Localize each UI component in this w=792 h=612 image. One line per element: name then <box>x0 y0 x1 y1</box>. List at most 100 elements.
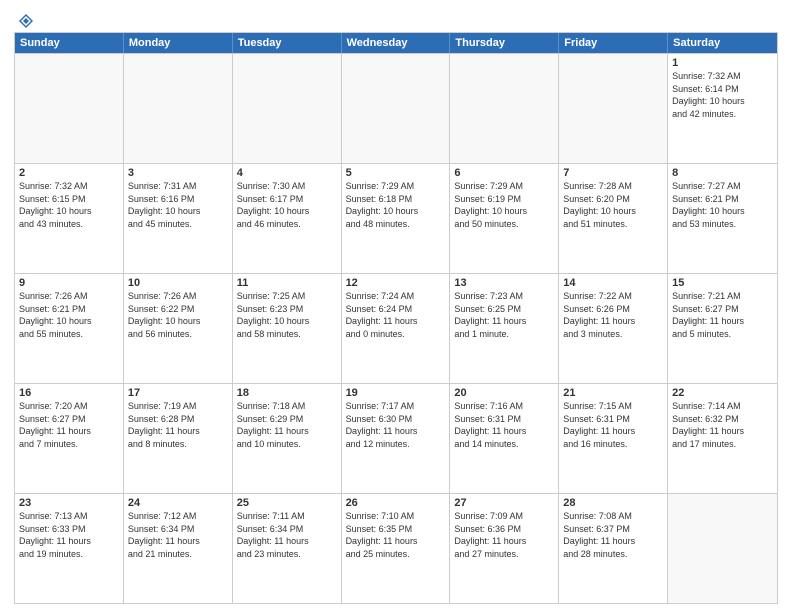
calendar-cell <box>124 54 233 163</box>
cell-day-number: 25 <box>237 497 337 509</box>
cell-day-number: 21 <box>563 387 663 399</box>
calendar-cell: 2Sunrise: 7:32 AM Sunset: 6:15 PM Daylig… <box>15 164 124 273</box>
calendar-cell: 9Sunrise: 7:26 AM Sunset: 6:21 PM Daylig… <box>15 274 124 383</box>
calendar-row-2: 9Sunrise: 7:26 AM Sunset: 6:21 PM Daylig… <box>15 273 777 383</box>
cell-info: Sunrise: 7:19 AM Sunset: 6:28 PM Dayligh… <box>128 400 228 450</box>
cell-day-number: 12 <box>346 277 446 289</box>
cell-day-number: 15 <box>672 277 773 289</box>
calendar-cell: 17Sunrise: 7:19 AM Sunset: 6:28 PM Dayli… <box>124 384 233 493</box>
calendar-cell: 22Sunrise: 7:14 AM Sunset: 6:32 PM Dayli… <box>668 384 777 493</box>
calendar-row-1: 2Sunrise: 7:32 AM Sunset: 6:15 PM Daylig… <box>15 163 777 273</box>
weekday-header-monday: Monday <box>124 33 233 53</box>
cell-info: Sunrise: 7:32 AM Sunset: 6:15 PM Dayligh… <box>19 180 119 230</box>
cell-info: Sunrise: 7:18 AM Sunset: 6:29 PM Dayligh… <box>237 400 337 450</box>
cell-day-number: 14 <box>563 277 663 289</box>
cell-day-number: 11 <box>237 277 337 289</box>
weekday-header-sunday: Sunday <box>15 33 124 53</box>
calendar-cell <box>342 54 451 163</box>
cell-day-number: 22 <box>672 387 773 399</box>
calendar-cell: 3Sunrise: 7:31 AM Sunset: 6:16 PM Daylig… <box>124 164 233 273</box>
calendar-cell: 4Sunrise: 7:30 AM Sunset: 6:17 PM Daylig… <box>233 164 342 273</box>
page: SundayMondayTuesdayWednesdayThursdayFrid… <box>0 0 792 612</box>
weekday-header-tuesday: Tuesday <box>233 33 342 53</box>
calendar: SundayMondayTuesdayWednesdayThursdayFrid… <box>14 32 778 604</box>
calendar-row-4: 23Sunrise: 7:13 AM Sunset: 6:33 PM Dayli… <box>15 493 777 603</box>
cell-day-number: 13 <box>454 277 554 289</box>
cell-info: Sunrise: 7:21 AM Sunset: 6:27 PM Dayligh… <box>672 290 773 340</box>
calendar-cell: 25Sunrise: 7:11 AM Sunset: 6:34 PM Dayli… <box>233 494 342 603</box>
calendar-body: 1Sunrise: 7:32 AM Sunset: 6:14 PM Daylig… <box>15 53 777 603</box>
calendar-cell: 14Sunrise: 7:22 AM Sunset: 6:26 PM Dayli… <box>559 274 668 383</box>
calendar-cell <box>559 54 668 163</box>
calendar-cell <box>233 54 342 163</box>
calendar-cell: 12Sunrise: 7:24 AM Sunset: 6:24 PM Dayli… <box>342 274 451 383</box>
logo-flag-icon <box>17 12 35 30</box>
cell-info: Sunrise: 7:23 AM Sunset: 6:25 PM Dayligh… <box>454 290 554 340</box>
calendar-cell: 5Sunrise: 7:29 AM Sunset: 6:18 PM Daylig… <box>342 164 451 273</box>
header <box>14 12 778 26</box>
calendar-cell: 15Sunrise: 7:21 AM Sunset: 6:27 PM Dayli… <box>668 274 777 383</box>
cell-day-number: 18 <box>237 387 337 399</box>
cell-day-number: 8 <box>672 167 773 179</box>
cell-day-number: 5 <box>346 167 446 179</box>
calendar-cell: 6Sunrise: 7:29 AM Sunset: 6:19 PM Daylig… <box>450 164 559 273</box>
cell-info: Sunrise: 7:11 AM Sunset: 6:34 PM Dayligh… <box>237 510 337 560</box>
calendar-cell: 11Sunrise: 7:25 AM Sunset: 6:23 PM Dayli… <box>233 274 342 383</box>
cell-info: Sunrise: 7:09 AM Sunset: 6:36 PM Dayligh… <box>454 510 554 560</box>
cell-day-number: 2 <box>19 167 119 179</box>
cell-info: Sunrise: 7:22 AM Sunset: 6:26 PM Dayligh… <box>563 290 663 340</box>
logo <box>14 12 35 26</box>
calendar-cell: 13Sunrise: 7:23 AM Sunset: 6:25 PM Dayli… <box>450 274 559 383</box>
calendar-cell: 8Sunrise: 7:27 AM Sunset: 6:21 PM Daylig… <box>668 164 777 273</box>
cell-info: Sunrise: 7:26 AM Sunset: 6:22 PM Dayligh… <box>128 290 228 340</box>
calendar-cell <box>15 54 124 163</box>
cell-info: Sunrise: 7:30 AM Sunset: 6:17 PM Dayligh… <box>237 180 337 230</box>
cell-info: Sunrise: 7:29 AM Sunset: 6:19 PM Dayligh… <box>454 180 554 230</box>
cell-day-number: 17 <box>128 387 228 399</box>
cell-day-number: 16 <box>19 387 119 399</box>
calendar-cell: 28Sunrise: 7:08 AM Sunset: 6:37 PM Dayli… <box>559 494 668 603</box>
cell-day-number: 23 <box>19 497 119 509</box>
cell-day-number: 9 <box>19 277 119 289</box>
cell-info: Sunrise: 7:17 AM Sunset: 6:30 PM Dayligh… <box>346 400 446 450</box>
cell-info: Sunrise: 7:13 AM Sunset: 6:33 PM Dayligh… <box>19 510 119 560</box>
calendar-cell <box>450 54 559 163</box>
cell-info: Sunrise: 7:20 AM Sunset: 6:27 PM Dayligh… <box>19 400 119 450</box>
cell-info: Sunrise: 7:10 AM Sunset: 6:35 PM Dayligh… <box>346 510 446 560</box>
cell-info: Sunrise: 7:29 AM Sunset: 6:18 PM Dayligh… <box>346 180 446 230</box>
weekday-header-friday: Friday <box>559 33 668 53</box>
calendar-cell: 23Sunrise: 7:13 AM Sunset: 6:33 PM Dayli… <box>15 494 124 603</box>
calendar-cell: 10Sunrise: 7:26 AM Sunset: 6:22 PM Dayli… <box>124 274 233 383</box>
cell-info: Sunrise: 7:26 AM Sunset: 6:21 PM Dayligh… <box>19 290 119 340</box>
cell-day-number: 24 <box>128 497 228 509</box>
calendar-cell: 18Sunrise: 7:18 AM Sunset: 6:29 PM Dayli… <box>233 384 342 493</box>
cell-info: Sunrise: 7:16 AM Sunset: 6:31 PM Dayligh… <box>454 400 554 450</box>
cell-info: Sunrise: 7:12 AM Sunset: 6:34 PM Dayligh… <box>128 510 228 560</box>
cell-info: Sunrise: 7:31 AM Sunset: 6:16 PM Dayligh… <box>128 180 228 230</box>
calendar-cell: 27Sunrise: 7:09 AM Sunset: 6:36 PM Dayli… <box>450 494 559 603</box>
calendar-row-0: 1Sunrise: 7:32 AM Sunset: 6:14 PM Daylig… <box>15 53 777 163</box>
cell-day-number: 4 <box>237 167 337 179</box>
cell-info: Sunrise: 7:08 AM Sunset: 6:37 PM Dayligh… <box>563 510 663 560</box>
weekday-header-saturday: Saturday <box>668 33 777 53</box>
cell-day-number: 20 <box>454 387 554 399</box>
weekday-header-wednesday: Wednesday <box>342 33 451 53</box>
cell-day-number: 19 <box>346 387 446 399</box>
calendar-cell: 1Sunrise: 7:32 AM Sunset: 6:14 PM Daylig… <box>668 54 777 163</box>
cell-info: Sunrise: 7:25 AM Sunset: 6:23 PM Dayligh… <box>237 290 337 340</box>
calendar-row-3: 16Sunrise: 7:20 AM Sunset: 6:27 PM Dayli… <box>15 383 777 493</box>
weekday-header-thursday: Thursday <box>450 33 559 53</box>
calendar-cell <box>668 494 777 603</box>
cell-day-number: 10 <box>128 277 228 289</box>
cell-day-number: 26 <box>346 497 446 509</box>
calendar-cell: 20Sunrise: 7:16 AM Sunset: 6:31 PM Dayli… <box>450 384 559 493</box>
calendar-header: SundayMondayTuesdayWednesdayThursdayFrid… <box>15 33 777 53</box>
calendar-cell: 16Sunrise: 7:20 AM Sunset: 6:27 PM Dayli… <box>15 384 124 493</box>
cell-info: Sunrise: 7:27 AM Sunset: 6:21 PM Dayligh… <box>672 180 773 230</box>
calendar-cell: 21Sunrise: 7:15 AM Sunset: 6:31 PM Dayli… <box>559 384 668 493</box>
calendar-cell: 7Sunrise: 7:28 AM Sunset: 6:20 PM Daylig… <box>559 164 668 273</box>
cell-info: Sunrise: 7:32 AM Sunset: 6:14 PM Dayligh… <box>672 70 773 120</box>
cell-day-number: 1 <box>672 57 773 69</box>
cell-info: Sunrise: 7:15 AM Sunset: 6:31 PM Dayligh… <box>563 400 663 450</box>
cell-info: Sunrise: 7:28 AM Sunset: 6:20 PM Dayligh… <box>563 180 663 230</box>
